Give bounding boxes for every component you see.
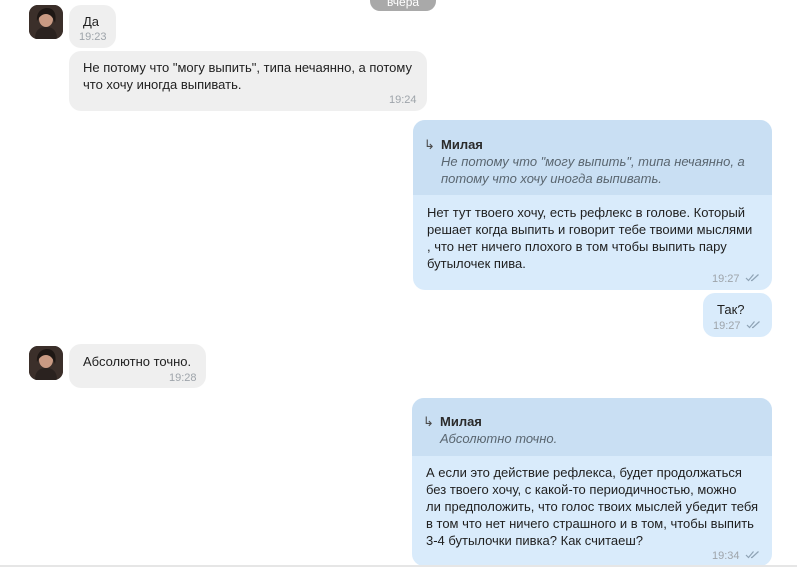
contact-avatar[interactable] [29,346,63,380]
message-bubble[interactable]: ↳ Милая Не потому что "могу выпить", тип… [413,120,772,290]
message-time: 19:24 [389,94,417,106]
message-text: Так? [717,302,745,317]
message-text: Абсолютно точно. [83,354,192,369]
avatar-photo-icon [29,5,63,39]
avatar-photo-icon [29,346,63,380]
message-bubble[interactable]: Абсолютно точно. 19:28 [69,344,206,388]
quote-author: Милая [440,414,482,429]
reply-quote[interactable]: ↳ Милая Не потому что "могу выпить", тип… [413,120,772,195]
double-check-icon [745,274,759,282]
message-bubble[interactable]: Да 19:23 [69,5,116,48]
message-text: Да [83,14,100,29]
double-check-icon [746,321,760,329]
message-text: А если это действие рефлекса, будет прод… [426,465,759,548]
reply-quote[interactable]: ↳ Милая Абсолютно точно. [412,398,772,456]
date-divider: вчера [370,0,436,11]
message-bubble[interactable]: Не потому что "могу выпить", типа нечаян… [69,51,427,111]
message-time: 19:34 [712,550,740,562]
message-time: 19:28 [169,372,197,384]
message-text: Нет тут твоего хочу, есть рефлекс в голо… [427,205,753,271]
reply-arrow-icon: ↳ [423,414,434,429]
message-time: 19:27 [712,273,740,285]
message-bubble[interactable]: Так? 19:27 [703,293,772,337]
reply-arrow-icon: ↳ [424,137,435,152]
message-time: 19:27 [713,320,741,332]
message-bubble[interactable]: ↳ Милая Абсолютно точно. А если это дейс… [412,398,772,566]
double-check-icon [745,551,759,559]
quote-text: Не потому что "могу выпить", типа нечаян… [441,154,745,186]
contact-avatar[interactable] [29,5,63,39]
quote-author: Милая [441,137,483,152]
message-time: 19:23 [79,31,107,43]
quote-text: Абсолютно точно. [440,431,558,446]
message-text: Не потому что "могу выпить", типа нечаян… [83,60,412,92]
